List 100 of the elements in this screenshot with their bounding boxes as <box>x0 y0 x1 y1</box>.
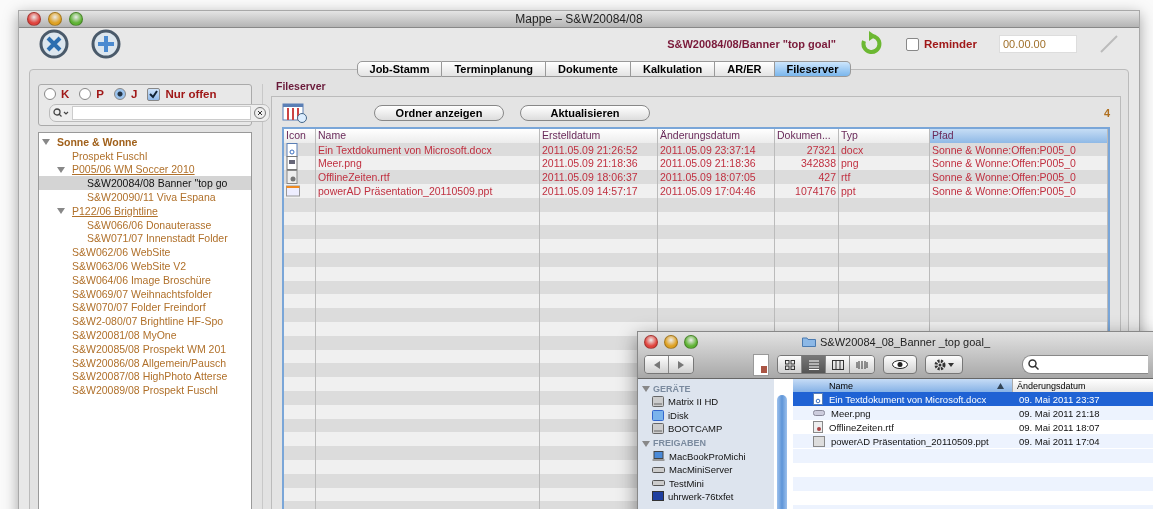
tree-item[interactable]: Sonne & Wonne <box>39 134 251 149</box>
tree-item[interactable]: S&W062/06 WebSite <box>39 245 251 260</box>
document-icon <box>753 353 769 376</box>
view-mode-button[interactable] <box>826 356 850 373</box>
expanded-triangle-icon <box>57 165 65 173</box>
file-row[interactable]: powerAD Präsentation_20110509.ppt 09. Mai 2011 17:04 <box>793 434 1153 448</box>
tree-item[interactable]: S&W063/06 WebSite V2 <box>39 259 251 273</box>
file-row[interactable]: Meer.png 09. Mai 2011 21:18 <box>793 406 1153 420</box>
table-cell: ppt <box>839 184 930 198</box>
tab[interactable]: Dokumente <box>546 60 631 77</box>
job-title: S&W20084/08/Banner "top goal" <box>667 38 836 51</box>
presentation-file-icon <box>813 435 825 447</box>
open-only-checkbox[interactable] <box>147 87 161 101</box>
tree-item[interactable]: S&W20090/11 Viva Espana <box>39 190 251 204</box>
tree-item[interactable]: P005/06 WM Soccer 2010 <box>39 162 251 177</box>
expanded-triangle-icon <box>642 385 650 392</box>
action-button[interactable]: Aktualisieren <box>520 104 650 121</box>
tree-item[interactable]: S&W066/06 Donauterasse <box>39 217 251 232</box>
table-cell: powerAD Präsentation_20110509.ppt <box>316 184 540 198</box>
column-header[interactable]: Dokumen... <box>775 128 839 143</box>
tab[interactable]: AR/ER <box>715 60 775 77</box>
delete-icon[interactable] <box>39 29 69 60</box>
column-header[interactable]: Änderungsdatum <box>1013 379 1153 392</box>
zoom-button[interactable] <box>684 334 698 349</box>
file-count: 4 <box>1103 106 1110 119</box>
sidebar-item[interactable]: Matrix II HD <box>642 395 774 409</box>
column-header[interactable]: Name <box>793 379 1013 392</box>
tab[interactable]: Job-Stamm <box>356 60 443 77</box>
radio-button[interactable] <box>44 88 56 101</box>
column-header[interactable]: Typ <box>839 128 930 143</box>
tree-item[interactable]: S&W20089/08 Prospekt Fuschl <box>39 383 251 398</box>
presentation-file-icon <box>286 184 300 197</box>
date-field[interactable]: 00.00.00 <box>999 35 1077 54</box>
add-icon[interactable] <box>91 29 121 60</box>
tree-item[interactable]: S&W2-080/07 Brightline HF-Spo <box>39 314 251 329</box>
radio-label: K <box>61 88 70 101</box>
computer-icon <box>652 480 665 487</box>
file-row[interactable]: OfflineZeiten.rtf 09. Mai 2011 18:07 <box>793 420 1153 434</box>
reminder-checkbox[interactable] <box>905 37 919 51</box>
minimize-button[interactable] <box>664 334 678 349</box>
tree-item[interactable]: P122/06 Brightline <box>39 203 251 218</box>
tab[interactable]: Kalkulation <box>630 60 716 77</box>
view-mode-button[interactable] <box>802 356 826 373</box>
scrollbar[interactable] <box>777 395 787 509</box>
sidebar-item[interactable]: BOOTCAMP <box>642 422 774 436</box>
columns-icon <box>831 359 844 370</box>
file-row[interactable]: Ein Textdokument von Microsoft.docx 09. Mai 2011 23:37 <box>793 392 1153 406</box>
tree-item[interactable]: S&W20084/08 Banner "top go <box>39 176 251 191</box>
zoom-button[interactable] <box>69 11 83 26</box>
sidebar-item[interactable]: iDisk <box>642 408 774 422</box>
sidebar-item[interactable]: MacMiniServer <box>642 463 774 477</box>
image-file-icon <box>813 410 825 416</box>
monitor-icon <box>652 491 664 503</box>
tree-item[interactable]: Prospekt Fuschl <box>39 148 251 163</box>
back-button[interactable] <box>645 356 669 373</box>
forward-button[interactable] <box>669 356 693 373</box>
tree-item[interactable]: S&W20087/08 HighPhoto Atterse <box>39 369 251 384</box>
sidebar-item[interactable]: MacBookProMichi <box>642 449 774 463</box>
table-icon[interactable] <box>282 102 308 123</box>
checkmark-icon <box>149 89 159 99</box>
tab[interactable]: Fileserver <box>774 60 852 77</box>
clear-icon[interactable] <box>254 106 266 119</box>
section-title: Fileserver <box>276 79 327 92</box>
radio-button[interactable] <box>114 88 126 101</box>
caret-icon <box>948 362 954 367</box>
action-menu-button[interactable] <box>925 355 963 374</box>
table-cell: 2011.05.09 17:04:46 <box>658 184 775 198</box>
column-header[interactable]: Erstelldatum <box>540 128 658 143</box>
column-header[interactable]: Änderungsdatum <box>658 128 775 143</box>
forward-arrow-icon <box>678 360 684 369</box>
search-field[interactable] <box>1022 355 1148 374</box>
action-button[interactable]: Ordner anzeigen <box>374 104 504 121</box>
tab[interactable]: Terminplanung <box>442 60 547 77</box>
close-button[interactable] <box>644 334 658 349</box>
close-button[interactable] <box>27 11 41 26</box>
search-icon <box>53 107 69 118</box>
hard-drive-icon <box>652 396 664 408</box>
computer-icon <box>652 466 665 473</box>
tree-item[interactable]: S&W070/07 Folder Freindorf <box>39 300 251 315</box>
eye-icon <box>892 360 908 369</box>
sidebar-item[interactable]: uhrwerk-76txfet <box>642 490 774 504</box>
column-header[interactable]: Name <box>316 128 540 143</box>
radio-button[interactable] <box>79 88 92 101</box>
tree-item[interactable]: S&W064/06 Image Broschüre <box>39 272 251 287</box>
tree-item[interactable]: S&W20085/08 Prospekt WM 201 <box>39 341 251 356</box>
tree-item[interactable]: S&W20081/08 MyOne <box>39 328 251 342</box>
cover-flow-icon <box>856 359 868 370</box>
quick-look-button[interactable] <box>883 355 917 374</box>
document-icon <box>813 393 823 405</box>
tree-item[interactable]: S&W20086/08 Allgemein/Pausch <box>39 355 251 370</box>
tree-item[interactable]: S&W071/07 Innenstadt Folder <box>39 231 251 246</box>
search-field[interactable] <box>49 103 270 122</box>
view-mode-button[interactable] <box>778 356 802 373</box>
minimize-button[interactable] <box>48 11 62 26</box>
column-header[interactable]: Icon <box>284 128 316 143</box>
text-file-icon <box>813 421 823 433</box>
sidebar-item[interactable]: TestMini <box>642 476 774 490</box>
tree-item[interactable]: S&W069/07 Weihnachtsfolder <box>39 286 251 301</box>
column-header[interactable]: Pfad <box>930 128 1108 143</box>
radio-label: P <box>96 88 104 101</box>
